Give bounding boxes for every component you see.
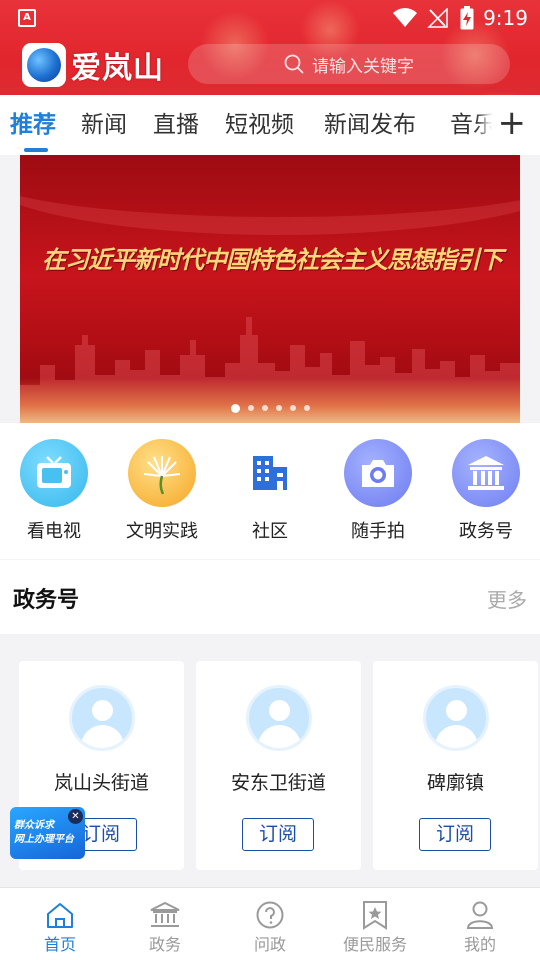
carousel-dot[interactable] [247,405,254,411]
gov-account-name: 碑廓镇 [426,772,484,794]
nav-government[interactable]: 政务 [111,900,219,955]
search-bar[interactable]: 请输入关键字 [188,44,510,84]
sunflower-icon [128,439,196,507]
app-logo: 爱岚山 [22,43,164,87]
avatar [69,685,135,751]
banner-carousel[interactable]: 在习近平新时代中国特色社会主义思想指引下 [20,155,520,423]
add-channel-button[interactable]: + [491,103,526,143]
government-icon [452,439,520,507]
nav-label: 我的 [463,935,496,954]
avatar [246,685,312,751]
carousel-dot[interactable] [303,405,310,411]
gov-account-card[interactable]: 安东卫街道 订阅 [196,661,361,870]
nav-label: 问政 [253,935,286,954]
status-time: 9:19 [483,6,528,30]
nav-services[interactable]: 便民服务 [321,900,429,955]
channel-tabs: 推荐 新闻 直播 短视频 新闻发布 音乐 + [0,95,540,155]
tab-live[interactable]: 直播 [153,105,199,139]
battery-charging-icon [460,6,474,30]
app-name: 爱岚山 [71,51,164,86]
quick-link-community[interactable]: 社区 [216,439,324,543]
banner-headline: 在习近平新时代中国特色社会主义思想指引下 [42,245,503,274]
nav-home[interactable]: 首页 [6,900,114,955]
nav-label: 政务 [148,935,181,954]
globe-logo-icon [22,43,66,87]
carousel-dot[interactable] [230,404,240,413]
quick-link-label: 社区 [252,521,288,542]
carousel-indicators [0,404,540,413]
bookmark-star-icon [321,900,429,930]
banner-ribbon-decoration [20,155,520,235]
banner-glow [20,378,520,423]
gov-section-header: 政务号 更多 [0,560,540,634]
government-icon [111,900,219,930]
gov-account-name: 岚山头街道 [53,772,149,794]
quick-link-snapshot[interactable]: 随手拍 [324,439,432,543]
nav-label: 首页 [43,935,76,954]
close-icon[interactable]: ✕ [68,809,83,824]
carousel-dot[interactable] [289,405,296,411]
app-header: A 9:19 爱岚山 请输入关键字 [0,0,540,95]
quick-link-label: 政务号 [459,521,513,542]
tab-short-video[interactable]: 短视频 [225,105,294,139]
tab-press-release[interactable]: 新闻发布 [324,105,416,139]
tab-recommend[interactable]: 推荐 [10,105,56,139]
home-icon [6,900,114,930]
carousel-dot[interactable] [275,405,282,411]
avatar [423,685,489,751]
section-title: 政务号 [13,588,80,613]
active-tab-indicator [24,148,48,152]
nav-label: 便民服务 [342,935,407,954]
quick-link-gov-accounts[interactable]: 政务号 [432,439,540,543]
subscribe-button[interactable]: 订阅 [242,818,314,851]
nav-inquiry[interactable]: 问政 [216,900,324,955]
quick-link-tv[interactable]: 看电视 [0,439,108,543]
tab-news[interactable]: 新闻 [81,105,127,139]
gov-account-name: 安东卫街道 [230,772,326,794]
tv-icon [20,439,88,507]
search-placeholder: 请输入关键字 [312,56,414,77]
quick-links: 看电视 文明实践 社区 随手拍 政务号 [0,423,540,559]
more-link[interactable]: 更多 [487,584,527,613]
quick-link-civilization[interactable]: 文明实践 [108,439,216,543]
quick-link-label: 文明实践 [126,521,198,542]
status-bar: A 9:19 [0,0,540,36]
quick-link-label: 随手拍 [351,521,405,542]
building-icon [236,439,304,507]
subscribe-button[interactable]: 订阅 [419,818,491,851]
user-icon [426,900,534,930]
app-notification-icon: A [18,9,36,27]
wifi-icon [393,8,417,27]
badge-line2: 网上办理平台 [14,834,74,845]
search-icon [284,54,304,74]
carousel-dot[interactable] [261,405,268,411]
nav-mine[interactable]: 我的 [426,900,534,955]
bottom-navigation: 首页 政务 问政 便民服务 我的 [0,887,540,960]
question-icon [216,900,324,930]
no-signal-icon [427,8,448,28]
camera-icon [344,439,412,507]
gov-account-card[interactable]: 碑廓镇 订阅 [373,661,538,870]
tab-music[interactable]: 音乐 [450,105,496,139]
complaint-platform-badge[interactable]: 群众诉求 网上办理平台 ✕ [10,807,85,859]
quick-link-label: 看电视 [27,521,81,542]
